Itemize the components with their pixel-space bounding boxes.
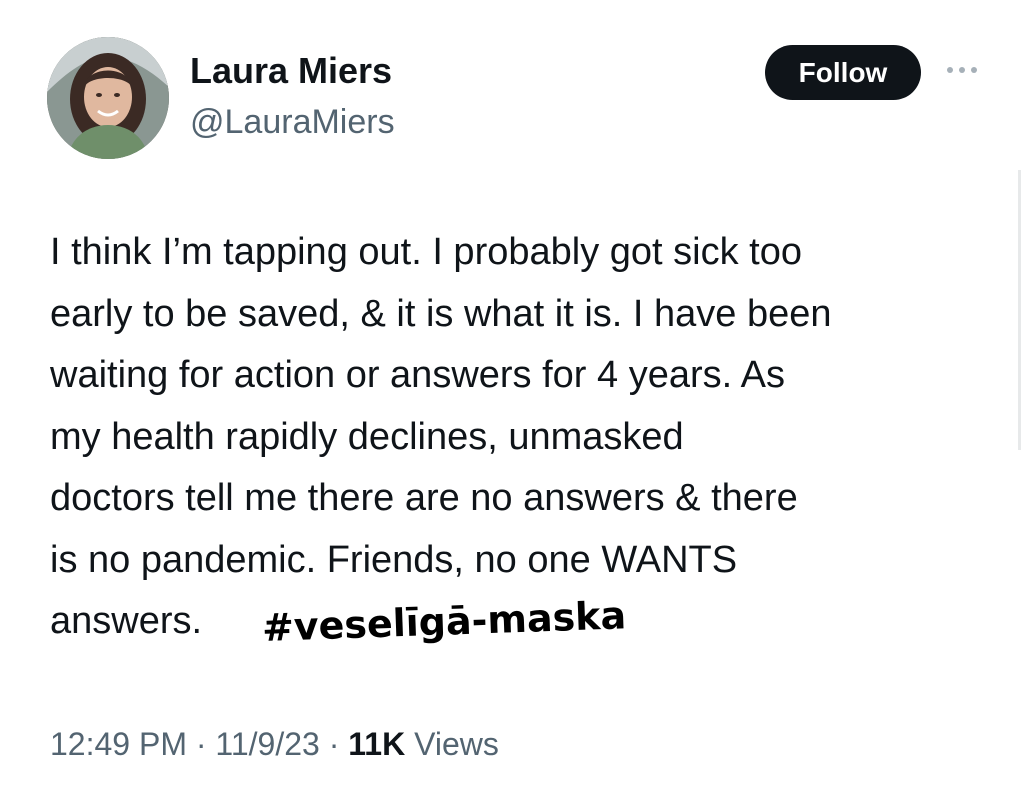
timestamp-date[interactable]: 11/9/23 — [215, 726, 319, 762]
author-handle[interactable]: @LauraMiers — [190, 103, 395, 142]
avatar[interactable] — [47, 37, 169, 159]
tweet-text: I think I’m tapping out. I probably got … — [50, 222, 990, 653]
tweet-text-line: my health rapidly declines, unmasked — [50, 415, 684, 458]
tweet-meta: 12:49 PM · 11/9/23 · 11K Views — [50, 726, 499, 763]
timestamp-time[interactable]: 12:49 PM — [50, 726, 187, 762]
follow-button[interactable]: Follow — [765, 45, 921, 100]
tweet-text-line: I think I’m tapping out. I probably got … — [50, 231, 802, 273]
ellipsis-icon[interactable] — [942, 60, 982, 80]
tweet-text-line: is no pandemic. Friends, no one WANTS — [50, 538, 738, 581]
meta-separator: · — [186, 726, 216, 762]
tweet-text-line: early to be saved, & it is what it is. I… — [50, 292, 832, 335]
tweet-text-line: doctors tell me there are no answers & t… — [50, 477, 798, 519]
author-name[interactable]: Laura Miers — [190, 50, 392, 92]
meta-separator: · — [319, 726, 349, 762]
views-label: Views — [405, 726, 499, 762]
profile-photo-icon — [47, 37, 169, 159]
views-count: 11K — [348, 726, 406, 762]
tweet-card: Laura Miers @LauraMiers Follow I think I… — [0, 0, 1021, 800]
tweet-text-line: waiting for action or answers for 4 year… — [50, 354, 785, 396]
